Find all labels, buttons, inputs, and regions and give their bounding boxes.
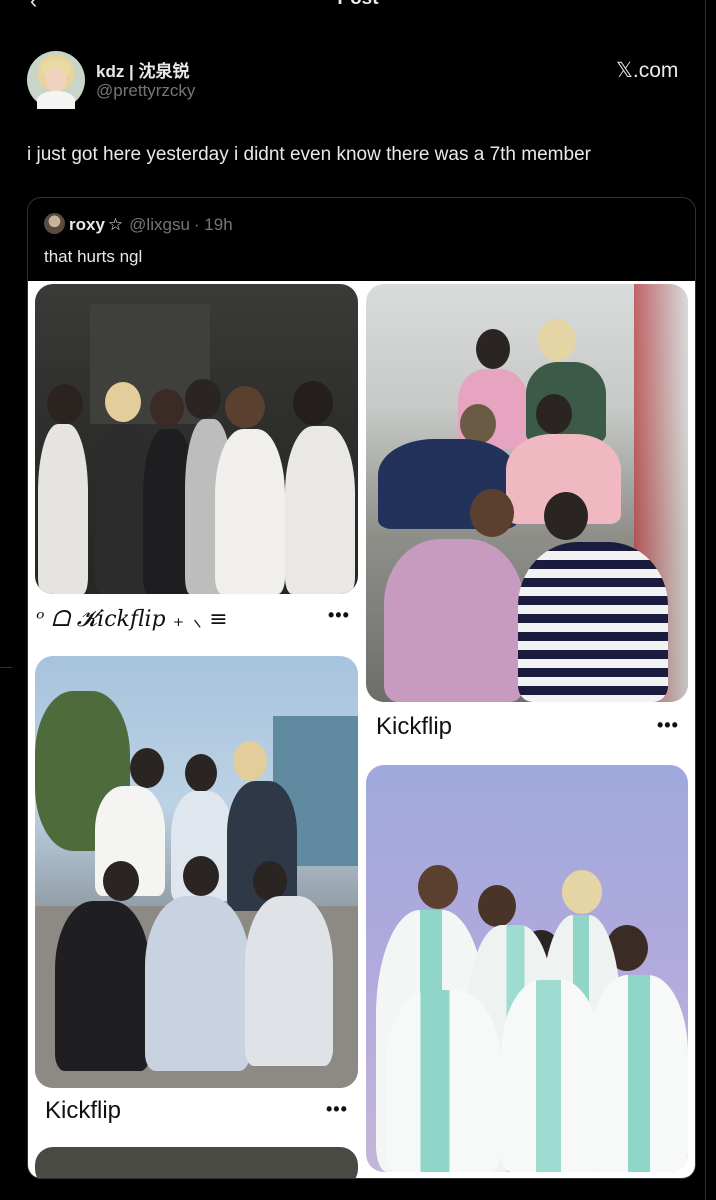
source-label: 𝕏.com	[616, 59, 679, 82]
group-photo	[35, 284, 358, 594]
more-options-icon[interactable]: •••	[326, 1099, 348, 1120]
group-photo	[366, 284, 688, 702]
star-icon: ☆	[107, 215, 124, 234]
more-options-icon[interactable]: •••	[328, 605, 350, 626]
top-bar: ‹ Post	[0, 0, 716, 14]
quoted-text: that hurts ngl	[44, 247, 143, 266]
avatar[interactable]	[27, 51, 85, 109]
quoted-header: roxy ☆ @lixgsu · 19h	[44, 213, 233, 235]
quoted-post[interactable]: roxy ☆ @lixgsu · 19h that hurts ngl ᵒ ᗝ …	[27, 197, 696, 1179]
more-options-icon[interactable]: •••	[657, 715, 679, 736]
quoted-time: · 19h	[193, 215, 233, 234]
divider	[705, 0, 706, 1200]
post-text: i just got here yesterday i didnt even k…	[27, 144, 591, 165]
author-handle[interactable]: @prettyrzcky	[96, 81, 195, 101]
quoted-author-handle[interactable]: @lixgsu	[129, 215, 190, 234]
quoted-author-name[interactable]: roxy	[69, 215, 105, 234]
divider	[0, 667, 12, 668]
group-photo	[35, 656, 358, 1088]
pin-caption: Kickflip	[376, 713, 453, 740]
group-photo	[366, 765, 688, 1172]
pin-caption: Kickflip	[45, 1097, 122, 1124]
group-photo	[35, 1147, 358, 1178]
author-name[interactable]: kdz | 沈泉锐	[96, 57, 190, 82]
page-title: Post	[0, 0, 716, 10]
pin-grid-image: ᵒ ᗝ 𝓚ickflip ₊ ⸜ ≡ ••• Kickflip ••• Kick…	[28, 281, 695, 1178]
pin-caption: ᵒ ᗝ 𝓚ickflip ₊ ⸜ ≡	[36, 607, 228, 632]
quoted-avatar[interactable]	[44, 213, 65, 234]
